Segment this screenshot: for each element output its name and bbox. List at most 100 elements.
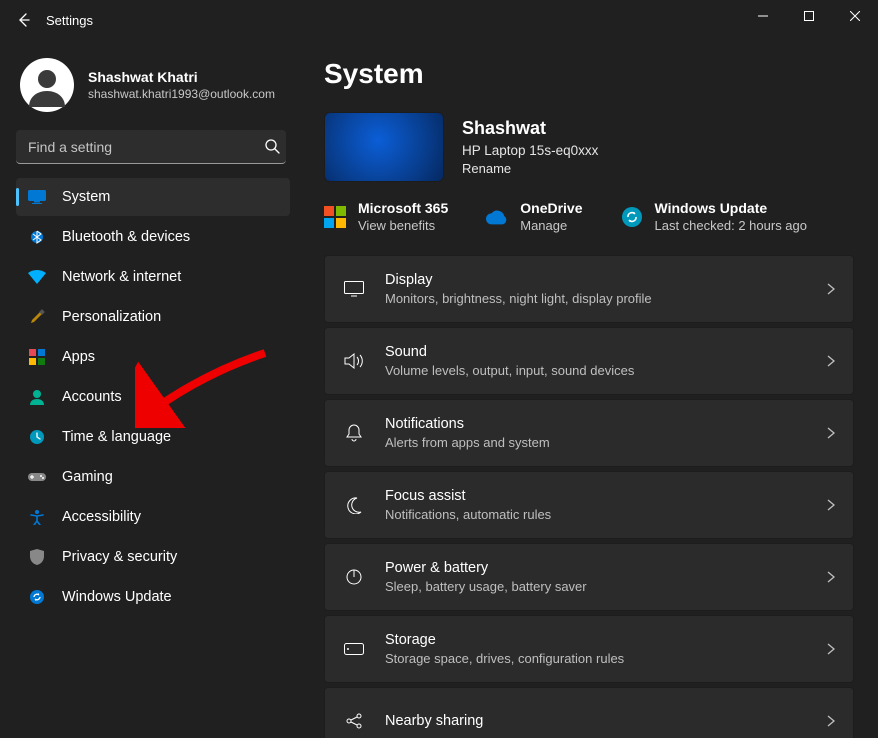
sidebar-item-label: System xyxy=(62,189,110,205)
sidebar-item-windows-update[interactable]: Windows Update xyxy=(16,578,290,616)
sidebar-item-label: Time & language xyxy=(62,429,171,445)
card-title: Power & battery xyxy=(385,560,587,576)
share-icon xyxy=(343,712,365,730)
card-focus-assist[interactable]: Focus assist Notifications, automatic rul… xyxy=(324,471,854,539)
update-icon xyxy=(28,588,46,606)
back-button[interactable] xyxy=(8,4,40,36)
service-windows-update[interactable]: Windows Update Last checked: 2 hours ago xyxy=(621,200,808,233)
sidebar-item-accounts[interactable]: Accounts xyxy=(16,378,290,416)
sidebar-item-label: Accounts xyxy=(62,389,122,405)
search-icon xyxy=(264,138,280,154)
wifi-icon xyxy=(28,268,46,286)
chevron-right-icon xyxy=(827,643,835,655)
device-model: HP Laptop 15s-eq0xxx xyxy=(462,143,598,158)
chevron-right-icon xyxy=(827,355,835,367)
service-title: Windows Update xyxy=(655,200,808,216)
sidebar-item-label: Privacy & security xyxy=(62,549,177,565)
sidebar-item-apps[interactable]: Apps xyxy=(16,338,290,376)
onedrive-icon xyxy=(486,206,508,228)
service-sub: Last checked: 2 hours ago xyxy=(655,218,808,233)
close-button[interactable] xyxy=(832,0,878,32)
sidebar-item-bluetooth-devices[interactable]: Bluetooth & devices xyxy=(16,218,290,256)
card-display[interactable]: Display Monitors, brightness, night light… xyxy=(324,255,854,323)
sidebar-item-time-language[interactable]: Time & language xyxy=(16,418,290,456)
card-sound[interactable]: SoundVolume levels, output, input, sound… xyxy=(324,327,854,395)
sidebar-item-label: Apps xyxy=(62,349,95,365)
sidebar-item-personalization[interactable]: Personalization xyxy=(16,298,290,336)
rename-link[interactable]: Rename xyxy=(462,161,598,176)
sidebar-item-label: Gaming xyxy=(62,469,113,485)
service-microsoft-[interactable]: Microsoft 365 View benefits xyxy=(324,200,448,233)
accessibility-icon xyxy=(28,508,46,526)
card-sub: Monitors, brightness, night light, displ… xyxy=(385,291,652,306)
card-notifications[interactable]: Notifications Alerts from apps and system xyxy=(324,399,854,467)
search-box xyxy=(16,130,290,164)
sidebar-item-gaming[interactable]: Gaming xyxy=(16,458,290,496)
chevron-right-icon xyxy=(827,283,835,295)
sidebar-item-network-internet[interactable]: Network & internet xyxy=(16,258,290,296)
brush-icon xyxy=(28,308,46,326)
sidebar: Shashwat Khatri shashwat.khatri1993@outl… xyxy=(0,40,300,738)
back-arrow-icon xyxy=(16,12,32,28)
storage-icon xyxy=(343,643,365,655)
nav-list: System Bluetooth & devices Network & inter… xyxy=(16,178,290,616)
service-title: OneDrive xyxy=(520,200,582,216)
card-storage[interactable]: Storage Storage space, drives, configurat… xyxy=(324,615,854,683)
sidebar-item-system[interactable]: System xyxy=(16,178,290,216)
profile-name: Shashwat Khatri xyxy=(88,69,275,85)
sidebar-item-accessibility[interactable]: Accessibility xyxy=(16,498,290,536)
apps-icon xyxy=(28,348,46,366)
person-icon xyxy=(28,388,46,406)
sidebar-item-label: Accessibility xyxy=(62,509,141,525)
moon-icon xyxy=(343,496,365,514)
card-sub: Alerts from apps and system xyxy=(385,435,550,450)
window-controls xyxy=(740,0,878,32)
device-thumbnail xyxy=(324,112,444,182)
service-sub: Manage xyxy=(520,218,582,233)
card-sub: Notifications, automatic rules xyxy=(385,507,551,522)
clock-icon xyxy=(28,428,46,446)
chevron-right-icon xyxy=(827,499,835,511)
main-content: System Shashwat HP Laptop 15s-eq0xxx Ren… xyxy=(300,40,878,738)
service-title: Microsoft 365 xyxy=(358,200,448,216)
profile-block[interactable]: Shashwat Khatri shashwat.khatri1993@outl… xyxy=(16,52,290,130)
sidebar-item-label: Windows Update xyxy=(62,589,172,605)
avatar xyxy=(20,58,74,112)
card-title: Display xyxy=(385,272,652,288)
card-power-battery[interactable]: Power & battery Sleep, battery usage, bat… xyxy=(324,543,854,611)
maximize-button[interactable] xyxy=(786,0,832,32)
sidebar-item-label: Bluetooth & devices xyxy=(62,229,190,245)
profile-email: shashwat.khatri1993@outlook.com xyxy=(88,87,275,101)
monitor-icon xyxy=(28,188,46,206)
minimize-button[interactable] xyxy=(740,0,786,32)
shield-icon xyxy=(28,548,46,566)
sidebar-item-label: Network & internet xyxy=(62,269,181,285)
card-title: Notifications xyxy=(385,416,550,432)
card-nearby-sharing[interactable]: Nearby sharing xyxy=(324,687,854,738)
card-sub: Sleep, battery usage, battery saver xyxy=(385,579,587,594)
bell-icon xyxy=(343,424,365,442)
card-title: Focus assist xyxy=(385,488,551,504)
gamepad-icon xyxy=(28,468,46,486)
service-sub: View benefits xyxy=(358,218,448,233)
card-title: Nearby sharing xyxy=(385,713,483,729)
device-row: Shashwat HP Laptop 15s-eq0xxx Rename xyxy=(324,112,854,182)
sound-icon xyxy=(343,353,365,369)
sidebar-item-privacy-security[interactable]: Privacy & security xyxy=(16,538,290,576)
card-title: Storage xyxy=(385,632,624,648)
search-input[interactable] xyxy=(16,130,286,164)
m365-icon xyxy=(324,206,346,228)
settings-card-list: Display Monitors, brightness, night light… xyxy=(324,255,854,738)
chevron-right-icon xyxy=(827,715,835,727)
chevron-right-icon xyxy=(827,427,835,439)
card-sub: Storage space, drives, configuration rul… xyxy=(385,651,624,666)
device-name: Shashwat xyxy=(462,118,598,139)
display-icon xyxy=(343,281,365,297)
power-icon xyxy=(343,568,365,586)
service-onedrive[interactable]: OneDrive Manage xyxy=(486,200,582,233)
bluetooth-icon xyxy=(28,228,46,246)
chevron-right-icon xyxy=(827,571,835,583)
services-row: Microsoft 365 View benefits OneDrive Manage… xyxy=(324,200,854,233)
card-sub: Volume levels, output, input, sound devi… xyxy=(385,363,634,378)
window-title: Settings xyxy=(46,13,93,28)
